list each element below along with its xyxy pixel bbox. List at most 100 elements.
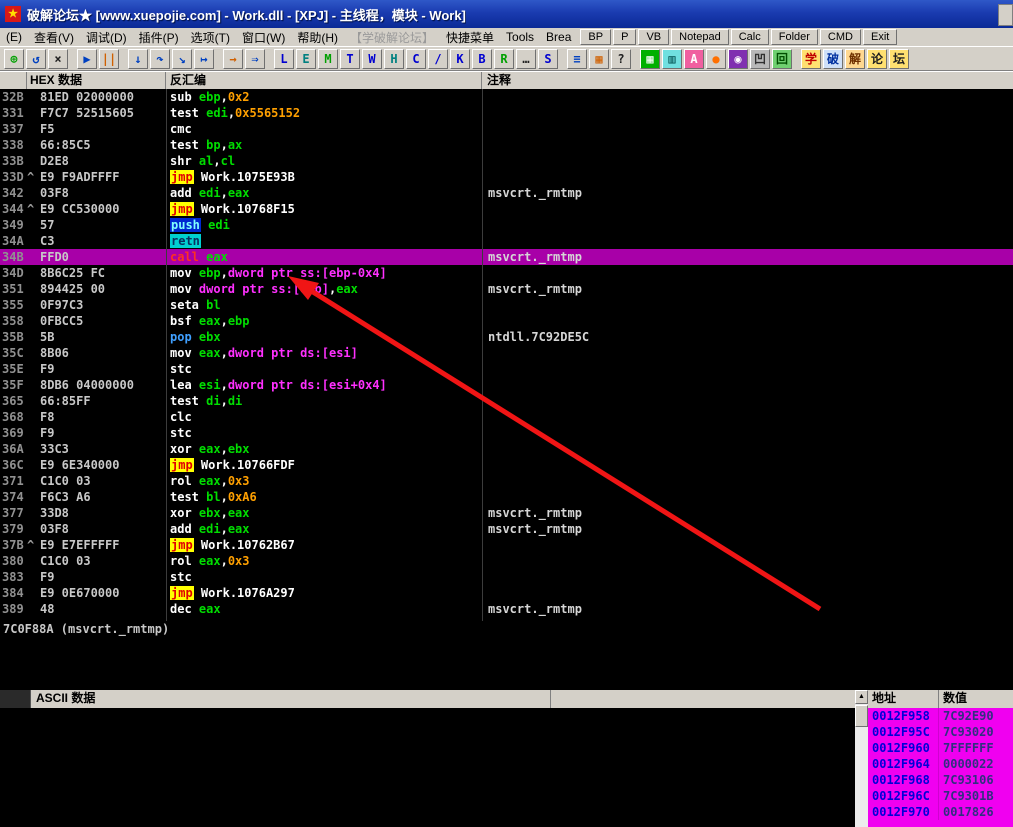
disasm-row[interactable]: 36A 33C3 xor eax,ebx (0, 441, 1013, 457)
breakpoints-button[interactable]: B (472, 48, 492, 69)
disasm-row[interactable]: 369 F9 stc (0, 425, 1013, 441)
menu-item[interactable]: 快捷菜单 (440, 28, 500, 47)
disasm-row[interactable]: 331 F7C7 52515605 test edi,0x5565152 (0, 105, 1013, 121)
disasm-row[interactable]: 34A C3 retn (0, 233, 1013, 249)
plugin-pink-a-icon[interactable]: A (684, 48, 704, 69)
windows-button[interactable]: W (362, 48, 382, 69)
stack-row[interactable]: 0012F960 7FFFFFF (868, 740, 1013, 756)
menu-button-calc[interactable]: Calc (730, 29, 769, 45)
disasm-row[interactable]: 355 0F97C3 seta bl (0, 297, 1013, 313)
po-button[interactable]: 破 (823, 48, 843, 69)
step-into-icon[interactable]: ↓ (128, 48, 148, 69)
disassembly-panel[interactable]: 32B 81ED 02000000 sub ebp,0x2 331 F7C7 52515… (0, 89, 1013, 621)
stack-row[interactable]: 0012F968 7C93106 (868, 772, 1013, 788)
menu-item[interactable]: 帮助(H) (291, 28, 344, 47)
plugin-screen-icon[interactable]: 回 (772, 48, 792, 69)
menu-button-notepad[interactable]: Notepad (671, 29, 729, 45)
disasm-row[interactable]: 380 C1C0 03 rol eax,0x3 (0, 553, 1013, 569)
restart-icon[interactable]: ↺ (26, 48, 46, 69)
plugin-orange-dot-icon[interactable]: ● (706, 48, 726, 69)
disasm-row[interactable]: 32B 81ED 02000000 sub ebp,0x2 (0, 89, 1013, 105)
step-over-icon[interactable]: ↷ (150, 48, 170, 69)
disasm-row[interactable]: 33D ^ E9 F9ADFFFF jmp Work.1075E93B (0, 169, 1013, 185)
plugin-purple-icon[interactable]: ◉ (728, 48, 748, 69)
memory-button[interactable]: M (318, 48, 338, 69)
source-button[interactable]: S (538, 48, 558, 69)
disasm-row[interactable]: 37B ^ E9 E7EFFFFF jmp Work.10762B67 (0, 537, 1013, 553)
menu-item[interactable]: 插件(P) (133, 28, 185, 47)
scroll-up-icon[interactable]: ▲ (855, 690, 868, 704)
disasm-row[interactable]: 349 57 push edi (0, 217, 1013, 233)
disasm-row[interactable]: 36C E9 6E340000 jmp Work.10766FDF (0, 457, 1013, 473)
threads-button[interactable]: T (340, 48, 360, 69)
disasm-row[interactable]: 35F 8DB6 04000000 lea esi,dword ptr ds:[es… (0, 377, 1013, 393)
disasm-row[interactable]: 374 F6C3 A6 test bl,0xA6 (0, 489, 1013, 505)
menu-item[interactable]: 调试(D) (80, 28, 133, 47)
trace-into-icon[interactable]: ↘ (172, 48, 192, 69)
menu-item[interactable]: 窗口(W) (236, 28, 291, 47)
disasm-row[interactable]: 351 894425 00 mov dword ptr ss:[ebp],eax ms… (0, 281, 1013, 297)
scrollbar-thumb[interactable] (855, 705, 868, 727)
disasm-row[interactable]: 365 66:85FF test di,di (0, 393, 1013, 409)
pause-icon[interactable]: || (99, 48, 119, 69)
menu-button-exit[interactable]: Exit (862, 29, 898, 45)
xue-button[interactable]: 学 (801, 48, 821, 69)
stack-row[interactable]: 0012F964 0000022 (868, 756, 1013, 772)
cpu-button[interactable]: C (406, 48, 426, 69)
appearance-icon[interactable]: ▦ (589, 48, 609, 69)
menu-item[interactable]: 【学破解论坛】 (344, 28, 440, 47)
stack-row[interactable]: 0012F970 0017826 (868, 804, 1013, 820)
plugin-gray-icon[interactable]: 凹 (750, 48, 770, 69)
tan-button[interactable]: 坛 (889, 48, 909, 69)
disasm-row[interactable]: 338 66:85C5 test bp,ax (0, 137, 1013, 153)
run-icon[interactable]: ▶ (77, 48, 97, 69)
menu-button-folder[interactable]: Folder (770, 29, 818, 45)
lun-button[interactable]: 论 (867, 48, 887, 69)
help-icon[interactable]: ? (611, 48, 631, 69)
disasm-row[interactable]: 344 ^ E9 CC530000 jmp Work.10768F15 (0, 201, 1013, 217)
disasm-row[interactable]: 368 F8 clc (0, 409, 1013, 425)
menu-item[interactable]: 查看(V) (28, 28, 80, 47)
disasm-row[interactable]: 34B FFD0 call eax msvcrt._rmtmp (0, 249, 1013, 265)
disasm-row[interactable]: 384 E9 0E670000 jmp Work.1076A297 (0, 585, 1013, 601)
references-button[interactable]: R (494, 48, 514, 69)
disasm-row[interactable]: 35B 5B pop ebx ntdll.7C92DE5C (0, 329, 1013, 345)
disasm-row[interactable]: 379 03F8 add edi,eax msvcrt._rmtmp (0, 521, 1013, 537)
menu-item[interactable]: 选项(T) (185, 28, 236, 47)
trace-over-icon[interactable]: ↦ (194, 48, 214, 69)
menu-button-vb[interactable]: VB (638, 29, 670, 45)
stack-panel[interactable]: 0012F958 7C92E90 0012F95C 7C93020 0012F960 7F… (868, 708, 1013, 820)
executables-button[interactable]: E (296, 48, 316, 69)
disasm-row[interactable]: 33B D2E8 shr al,cl (0, 153, 1013, 169)
stack-row[interactable]: 0012F95C 7C93020 (868, 724, 1013, 740)
menu-item[interactable]: Tools (500, 29, 540, 45)
stack-row[interactable]: 0012F958 7C92E90 (868, 708, 1013, 724)
disasm-row[interactable]: 342 03F8 add edi,eax msvcrt._rmtmp (0, 185, 1013, 201)
disasm-row[interactable]: 371 C1C0 03 rol eax,0x3 (0, 473, 1013, 489)
menu-button-p[interactable]: P (613, 29, 637, 45)
menu-item[interactable]: (E) (0, 29, 28, 45)
until-return-icon[interactable]: → (223, 48, 243, 69)
plugin-green-grid-icon[interactable]: ▦ (640, 48, 660, 69)
titlebar-system-button[interactable] (998, 4, 1013, 26)
patches-button[interactable]: / (428, 48, 448, 69)
plugin-cyan-icon[interactable]: ▥ (662, 48, 682, 69)
disasm-row[interactable]: 358 0FBCC5 bsf eax,ebp (0, 313, 1013, 329)
close-icon[interactable]: × (48, 48, 68, 69)
goto-icon[interactable]: ⇒ (245, 48, 265, 69)
disasm-row[interactable]: 389 48 dec eax msvcrt._rmtmp (0, 601, 1013, 617)
disasm-row[interactable]: 383 F9 stc (0, 569, 1013, 585)
stack-row[interactable]: 0012F96C 7C9301B (868, 788, 1013, 804)
disasm-row[interactable]: 337 F5 cmc (0, 121, 1013, 137)
disasm-row[interactable]: 35E F9 stc (0, 361, 1013, 377)
menu-button-cmd[interactable]: CMD (819, 29, 861, 45)
log-button[interactable]: L (274, 48, 294, 69)
dump-scrollbar[interactable]: ▲ (855, 690, 868, 827)
disasm-row[interactable]: 35C 8B06 mov eax,dword ptr ds:[esi] (0, 345, 1013, 361)
runtrace-button[interactable]: … (516, 48, 536, 69)
disasm-row[interactable]: 34D 8B6C25 FC mov ebp,dword ptr ss:[ebp-0x… (0, 265, 1013, 281)
menu-button-bp[interactable]: BP (580, 29, 612, 45)
disasm-row[interactable]: 377 33D8 xor ebx,eax msvcrt._rmtmp (0, 505, 1013, 521)
options-icon[interactable]: ≡ (567, 48, 587, 69)
callstack-button[interactable]: K (450, 48, 470, 69)
